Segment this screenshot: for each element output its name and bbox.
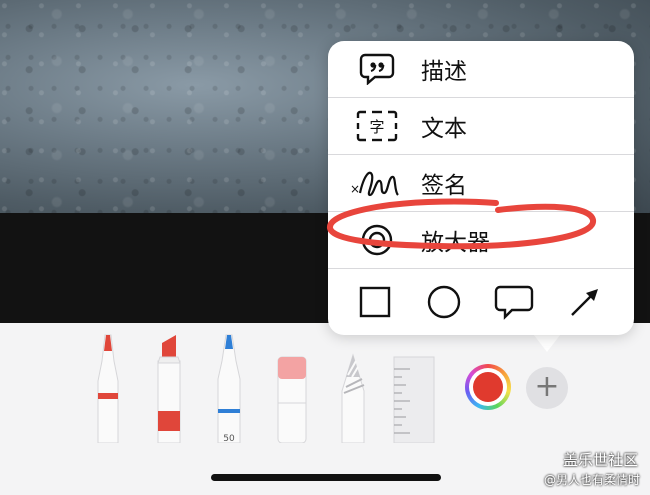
quote-bubble-icon (350, 49, 404, 89)
menu-item-text[interactable]: 字 文本 (328, 98, 634, 155)
menu-item-label: 文本 (421, 116, 467, 142)
lasso-tool[interactable] (336, 331, 370, 443)
menu-item-label: 描述 (421, 59, 467, 85)
menu-item-label: 签名 (421, 173, 467, 199)
menu-item-label: 放大器 (421, 230, 490, 256)
arrow-shape-icon[interactable] (565, 282, 605, 322)
watermark-user: @男人也有柔情时 (543, 473, 640, 487)
square-shape-icon[interactable] (355, 282, 395, 322)
text-box-icon: 字 (350, 106, 404, 146)
magnifier-icon (350, 220, 404, 260)
menu-item-signature[interactable]: × 签名 (328, 155, 634, 212)
eraser-tool[interactable] (274, 331, 310, 443)
text-box-glyph: 字 (369, 118, 384, 136)
pen-tool[interactable] (92, 331, 124, 443)
pencil-tool[interactable]: 50 (212, 331, 246, 443)
speech-bubble-shape-icon[interactable] (494, 282, 534, 322)
menu-item-description[interactable]: 描述 (328, 41, 634, 98)
home-indicator[interactable] (211, 474, 441, 481)
svg-text:×: × (350, 182, 360, 196)
highlighter-tool[interactable] (152, 331, 186, 443)
ruler-tool[interactable] (390, 331, 436, 443)
shapes-row (328, 268, 634, 335)
add-markup-button[interactable]: + (526, 367, 568, 409)
watermark-title: 盖乐世社区 (562, 451, 638, 469)
pencil-number: 50 (223, 434, 235, 443)
color-picker-button[interactable] (465, 364, 511, 410)
markup-add-menu: 描述 字 文本 × 签名 放大器 (328, 41, 634, 335)
selected-color-swatch (473, 372, 503, 402)
pen-band (98, 393, 118, 399)
signature-icon: × (350, 163, 404, 203)
circle-shape-icon[interactable] (424, 282, 464, 322)
menu-item-magnifier[interactable]: 放大器 (328, 212, 634, 269)
